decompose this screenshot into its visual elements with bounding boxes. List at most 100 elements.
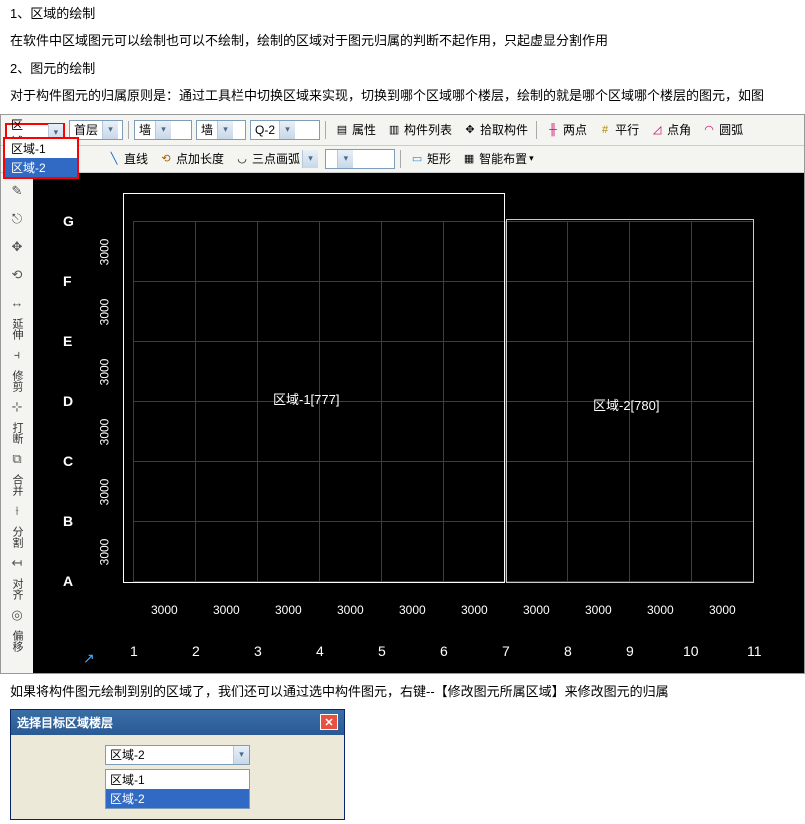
y-label-D: D (63, 393, 73, 409)
attr-button[interactable]: ▤属性 (330, 119, 380, 140)
ptlen-icon: ⟲ (158, 151, 174, 167)
label-break: 打断 (9, 422, 25, 444)
x-label-5: 5 (378, 643, 386, 659)
tool-offset[interactable]: ◎ (5, 603, 29, 627)
line-icon: ╲ (106, 151, 122, 167)
dialog-region-listbox[interactable]: 区域-1 区域-2 (105, 769, 250, 809)
toolbar-2: ╲直线 ⟲点加长度 ◡三点画弧▾ ▾ ▭矩形 ▦智能布置▾ (1, 146, 804, 173)
arc-button[interactable]: ◠圆弧 (697, 119, 747, 140)
chevron-down-icon: ▾ (102, 121, 118, 139)
ydim-5: 3000 (97, 478, 111, 505)
region-dropdown: 区域-1 区域-2 (3, 137, 79, 179)
threearc-button[interactable]: ◡三点画弧▾ (230, 148, 322, 170)
category2-combo[interactable]: 墙 ▾ (196, 120, 246, 140)
empty-combo[interactable]: ▾ (325, 149, 395, 169)
ydim-3: 3000 (97, 358, 111, 385)
x-label-4: 4 (316, 643, 324, 659)
list-item-region2[interactable]: 区域-2 (106, 789, 249, 808)
dialog-title-text: 选择目标区域楼层 (17, 714, 113, 731)
label-trim: 修剪 (9, 370, 25, 392)
list-icon: ▥ (386, 122, 402, 138)
x-label-2: 2 (192, 643, 200, 659)
category1-combo[interactable]: 墙 ▾ (134, 120, 192, 140)
x-label-10: 10 (683, 643, 699, 659)
y-label-C: C (63, 453, 73, 469)
ptlen-button[interactable]: ⟲点加长度 (154, 148, 228, 169)
twopt-icon: ╫ (545, 122, 561, 138)
properties-icon: ▤ (334, 122, 350, 138)
tool-align[interactable]: ↤ (5, 551, 29, 575)
xdim-1: 3000 (151, 603, 178, 617)
x-label-1: 1 (130, 643, 138, 659)
cad-window: 区域-1 ▾ 区域-1 区域-2 首层 ▾ 墙 ▾ 墙 ▾ Q-2 ▾ ▤属性 … (0, 114, 805, 674)
x-label-3: 3 (254, 643, 262, 659)
parallel-button[interactable]: #平行 (593, 119, 643, 140)
x-label-7: 7 (502, 643, 510, 659)
chevron-down-icon: ▾ (337, 150, 353, 168)
xdim-3: 3000 (275, 603, 302, 617)
tool-brush[interactable]: ✎ (5, 179, 29, 203)
tool-rotate[interactable]: ⟲ (5, 263, 29, 287)
doc-para-4: 对于构件图元的归属原则是：通过工具栏中切换区域来实现，切换到哪个区域哪个楼层，绘… (0, 82, 805, 109)
region-option-2[interactable]: 区域-2 (5, 158, 77, 177)
xdim-10: 3000 (709, 603, 736, 617)
ucs-icon: ↗ (83, 650, 95, 667)
tool-move[interactable]: ✥ (5, 235, 29, 259)
doc-para-5: 如果将构件图元绘制到别的区域了，我们还可以通过选中构件图元，右键--【修改图元所… (0, 678, 805, 705)
close-icon[interactable]: ✕ (320, 714, 338, 730)
rect-button[interactable]: ▭矩形 (405, 148, 455, 169)
xdim-7: 3000 (523, 603, 550, 617)
label-extend: 延伸 (9, 318, 25, 340)
y-label-B: B (63, 513, 73, 529)
region-option-1[interactable]: 区域-1 (5, 139, 77, 158)
y-label-F: F (63, 273, 72, 289)
chevron-down-icon: ▾ (302, 150, 318, 168)
select-region-dialog: 选择目标区域楼层 ✕ 区域-2 ▾ 区域-1 区域-2 (10, 709, 345, 820)
tool-split[interactable]: ⟊ (5, 499, 29, 523)
ydim-2: 3000 (97, 298, 111, 325)
list-button[interactable]: ▥构件列表 (382, 119, 456, 140)
region-2-label: 区域-2[780] (593, 395, 659, 414)
toolbar-1: 区域-1 ▾ 区域-1 区域-2 首层 ▾ 墙 ▾ 墙 ▾ Q-2 ▾ ▤属性 … (1, 115, 804, 146)
item-combo[interactable]: Q-2 ▾ (250, 120, 320, 140)
dialog-titlebar: 选择目标区域楼层 ✕ (11, 710, 344, 735)
dialog-region-combo[interactable]: 区域-2 ▾ (105, 745, 250, 765)
tool-dropper[interactable]: ⎋ (5, 207, 29, 231)
tool-extend[interactable]: ↔ (5, 291, 29, 315)
label-split: 分割 (9, 526, 25, 548)
smart-button[interactable]: ▦智能布置▾ (457, 148, 538, 169)
chevron-down-icon: ▾ (217, 121, 233, 139)
xdim-8: 3000 (585, 603, 612, 617)
ydim-4: 3000 (97, 418, 111, 445)
smart-icon: ▦ (461, 151, 477, 167)
label-align: 对齐 (9, 578, 25, 600)
line-button[interactable]: ╲直线 (102, 148, 152, 169)
drawing-canvas[interactable]: G F E D C B A 3000 3000 3000 3000 3000 3… (33, 173, 804, 673)
doc-para-2: 在软件中区域图元可以绘制也可以不绘制，绘制的区域对于图元归属的判断不起作用，只起… (0, 27, 805, 54)
angle-icon: ◿ (649, 122, 665, 138)
doc-para-3: 2、图元的绘制 (0, 55, 805, 82)
pick-button[interactable]: ✥拾取构件 (458, 119, 532, 140)
tool-trim[interactable]: ⫞ (5, 343, 29, 367)
twopt-button[interactable]: ╫两点 (541, 119, 591, 140)
parallel-icon: # (597, 122, 613, 138)
doc-para-1: 1、区域的绘制 (0, 0, 805, 27)
canvas-area: ✎ ⎋ ✥ ⟲ ↔ 延伸 ⫞ 修剪 ⊹ 打断 ⧉ 合并 ⟊ 分割 ↤ 对齐 ◎ … (1, 173, 804, 673)
tool-merge[interactable]: ⧉ (5, 447, 29, 471)
x-label-8: 8 (564, 643, 572, 659)
tool-break[interactable]: ⊹ (5, 395, 29, 419)
side-toolbar: ✎ ⎋ ✥ ⟲ ↔ 延伸 ⫞ 修剪 ⊹ 打断 ⧉ 合并 ⟊ 分割 ↤ 对齐 ◎ … (1, 173, 33, 673)
x-label-6: 6 (440, 643, 448, 659)
ydim-1: 3000 (97, 238, 111, 265)
ptangle-button[interactable]: ◿点角 (645, 119, 695, 140)
ydim-6: 3000 (97, 538, 111, 565)
arc-icon: ◠ (701, 122, 717, 138)
y-label-A: A (63, 573, 73, 589)
label-offset: 偏移 (9, 630, 25, 652)
list-item-region1[interactable]: 区域-1 (106, 770, 249, 789)
xdim-6: 3000 (461, 603, 488, 617)
x-label-9: 9 (626, 643, 634, 659)
rect-icon: ▭ (409, 151, 425, 167)
chevron-down-icon: ▾ (279, 121, 295, 139)
label-merge: 合并 (9, 474, 25, 496)
